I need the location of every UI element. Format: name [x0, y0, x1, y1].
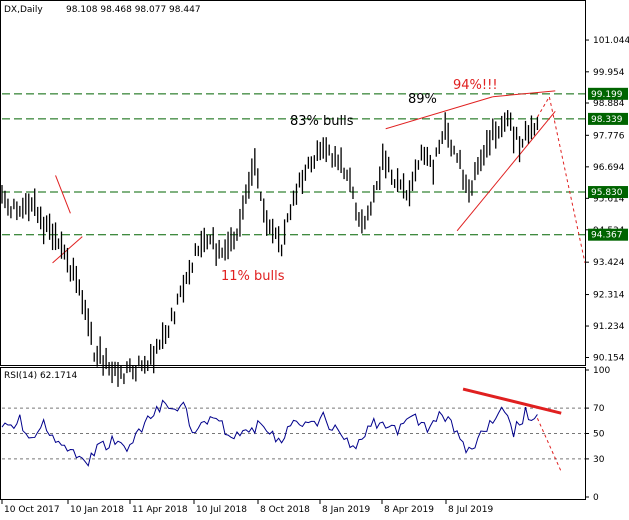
price-tick-label: 99.954 — [593, 68, 625, 78]
price-axis: 101.04499.95498.88497.77696.69495.61494.… — [585, 36, 629, 364]
time-tick-label: 11 Apr 2018 — [132, 505, 188, 515]
rsi-tick-label: 100 — [593, 366, 610, 376]
rsi-tick-label: 0 — [593, 493, 599, 503]
ohlc-readout: 98.108 98.468 98.077 98.447 — [66, 5, 201, 15]
time-tick-label: 8 Jul 2019 — [448, 505, 493, 515]
rsi-tick-label: 30 — [593, 455, 605, 465]
time-axis: 10 Oct 2017 10 Jan 2018 11 Apr 2018 10 Jul … — [1, 500, 493, 515]
price-tick-label: 91.234 — [593, 322, 625, 332]
annotation-89-pct: 89% — [408, 92, 437, 107]
level-price-label: 95.830 — [591, 188, 623, 198]
annotation-94-pct: 94%!!! — [453, 78, 498, 93]
annotation-83-bulls: 83% bulls — [290, 114, 354, 129]
price-tick-label: 92.314 — [593, 291, 625, 301]
rsi-tick-label: 70 — [593, 404, 605, 414]
time-tick-label: 10 Jul 2018 — [196, 505, 247, 515]
chart-canvas: 101.04499.95498.88497.77696.69495.61494.… — [0, 0, 629, 515]
time-tick-label: 8 Jan 2019 — [322, 505, 370, 515]
rsi-label: RSI(14) 62.1714 — [4, 371, 77, 381]
rsi-axis: 100 70 50 30 0 — [585, 366, 610, 503]
symbol-label: DX,Daily — [4, 5, 43, 15]
price-tick-label: 101.044 — [593, 36, 629, 46]
level-price-label: 99.199 — [591, 90, 623, 100]
price-tick-label: 96.694 — [593, 163, 625, 173]
price-tick-label: 90.154 — [593, 354, 625, 364]
level-price-label: 98.339 — [591, 115, 623, 125]
chart-window: 101.04499.95498.88497.77696.69495.61494.… — [0, 0, 629, 520]
time-tick-label: 10 Oct 2017 — [4, 505, 60, 515]
price-tick-label: 97.776 — [593, 131, 625, 141]
rsi-tick-label: 50 — [593, 430, 605, 440]
time-tick-label: 8 Oct 2018 — [260, 505, 310, 515]
price-tick-label: 93.424 — [593, 258, 625, 268]
time-tick-label: 8 Apr 2019 — [384, 505, 434, 515]
price-tick-label: 98.884 — [593, 99, 625, 109]
time-tick-label: 10 Jan 2018 — [70, 505, 124, 515]
level-price-label: 94.367 — [591, 231, 623, 241]
annotation-11-bulls: 11% bulls — [221, 269, 285, 284]
